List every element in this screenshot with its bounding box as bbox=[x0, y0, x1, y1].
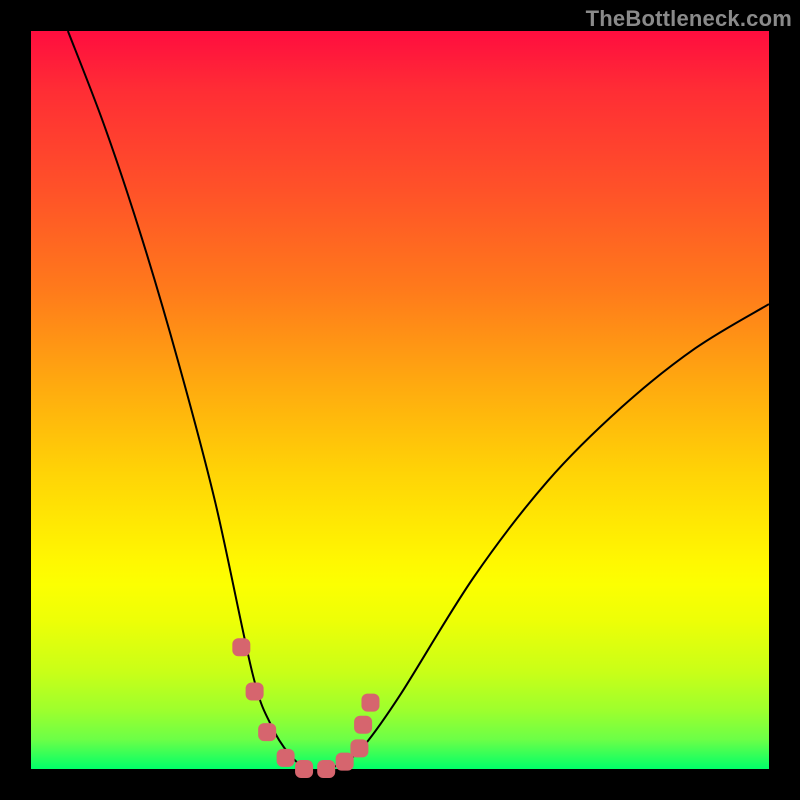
highlight-marker bbox=[277, 749, 295, 767]
highlight-marker bbox=[317, 760, 335, 778]
chart-container: TheBottleneck.com bbox=[0, 0, 800, 800]
highlight-marker bbox=[350, 739, 368, 757]
highlight-marker bbox=[361, 694, 379, 712]
bottleneck-curve bbox=[68, 31, 769, 770]
highlight-marker bbox=[336, 753, 354, 771]
watermark-text: TheBottleneck.com bbox=[586, 6, 792, 32]
highlight-marker bbox=[232, 638, 250, 656]
highlight-marker bbox=[258, 723, 276, 741]
highlight-marker bbox=[354, 716, 372, 734]
highlight-marker bbox=[246, 683, 264, 701]
curve-path bbox=[68, 31, 769, 770]
chart-svg bbox=[31, 31, 769, 769]
highlight-markers bbox=[232, 638, 379, 778]
highlight-marker bbox=[295, 760, 313, 778]
